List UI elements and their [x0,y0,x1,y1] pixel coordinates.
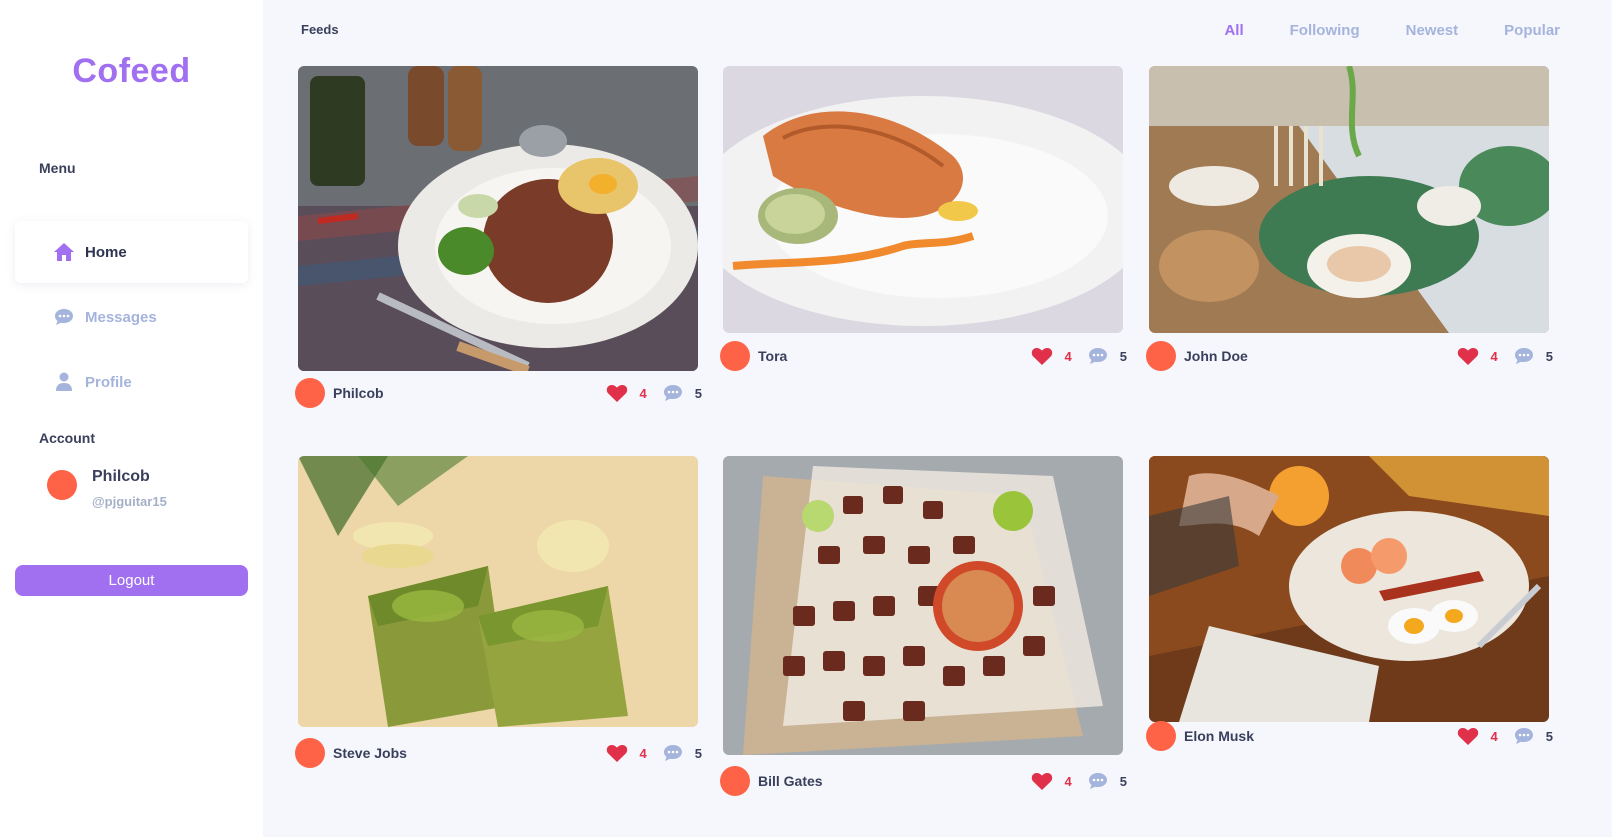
like-count: 4 [1490,348,1498,364]
sidebar-item-home[interactable]: Home [15,221,248,283]
heart-icon [606,384,628,403]
heart-icon [1457,347,1479,366]
like-button[interactable]: 4 [1457,347,1498,366]
feed-area: Feeds All Following Newest Popular Philc… [263,0,1612,837]
app-logo[interactable]: Cofeed [0,52,263,91]
post-author[interactable]: Elon Musk [1184,728,1457,744]
avatar[interactable] [720,766,750,796]
like-count: 4 [639,745,647,761]
comment-button[interactable]: 5 [1514,347,1553,365]
chat-icon [663,744,683,762]
like-count: 4 [1490,728,1498,744]
like-count: 4 [1064,348,1072,364]
tab-all[interactable]: All [1224,22,1243,39]
menu-section-label: Menu [39,160,76,176]
like-count: 4 [1064,773,1072,789]
post-author[interactable]: Steve Jobs [333,745,606,761]
post-image[interactable] [723,66,1123,333]
heart-icon [1031,347,1053,366]
post-image[interactable] [298,456,698,727]
chat-icon [663,384,683,402]
tab-following[interactable]: Following [1290,22,1360,39]
chat-icon [1088,772,1108,790]
feed-filter-tabs: All Following Newest Popular [1178,22,1560,39]
post-author[interactable]: John Doe [1184,348,1457,364]
avatar[interactable] [1146,341,1176,371]
like-button[interactable]: 4 [606,384,647,403]
account-section-label: Account [39,430,95,446]
like-button[interactable]: 4 [1457,727,1498,746]
like-count: 4 [639,385,647,401]
comment-button[interactable]: 5 [663,744,702,762]
account-name: Philcob [92,468,150,485]
comment-button[interactable]: 5 [1088,347,1127,365]
heart-icon [606,744,628,763]
post-image[interactable] [723,456,1123,755]
comment-count: 5 [1119,773,1127,789]
avatar[interactable] [295,738,325,768]
tab-popular[interactable]: Popular [1504,22,1560,39]
account-handle: @pjguitar15 [92,494,167,509]
tab-newest[interactable]: Newest [1406,22,1459,39]
comment-button[interactable]: 5 [1088,772,1127,790]
home-icon [53,241,75,263]
post-author[interactable]: Tora [758,348,1031,364]
comment-count: 5 [1545,348,1553,364]
sidebar-item-label: Messages [85,308,157,326]
post-author[interactable]: Philcob [333,385,606,401]
comment-button[interactable]: 5 [1514,727,1553,745]
avatar[interactable] [1146,721,1176,751]
account-card[interactable]: Philcob @pjguitar15 [47,468,167,509]
heart-icon [1031,772,1053,791]
chat-icon [1088,347,1108,365]
comment-count: 5 [1119,348,1127,364]
page-title: Feeds [301,22,339,37]
logout-button[interactable]: Logout [15,565,248,596]
avatar [47,470,77,500]
chat-icon [1514,347,1534,365]
post-image[interactable] [298,66,698,371]
post-author[interactable]: Bill Gates [758,773,1031,789]
like-button[interactable]: 4 [606,744,647,763]
sidebar-item-label: Home [85,243,127,261]
sidebar-item-label: Profile [85,373,132,391]
post-image[interactable] [1149,66,1549,333]
sidebar-item-messages[interactable]: Messages [15,286,248,348]
post-image[interactable] [1149,456,1549,722]
comment-count: 5 [1545,728,1553,744]
sidebar-item-profile[interactable]: Profile [15,351,248,413]
sidebar: Cofeed Menu Home Messages Profile Accoun… [0,0,263,837]
comment-button[interactable]: 5 [663,384,702,402]
heart-icon [1457,727,1479,746]
comment-count: 5 [694,385,702,401]
chat-icon [1514,727,1534,745]
chat-icon [53,306,75,328]
avatar[interactable] [295,378,325,408]
comment-count: 5 [694,745,702,761]
user-icon [53,371,75,393]
like-button[interactable]: 4 [1031,347,1072,366]
avatar[interactable] [720,341,750,371]
like-button[interactable]: 4 [1031,772,1072,791]
